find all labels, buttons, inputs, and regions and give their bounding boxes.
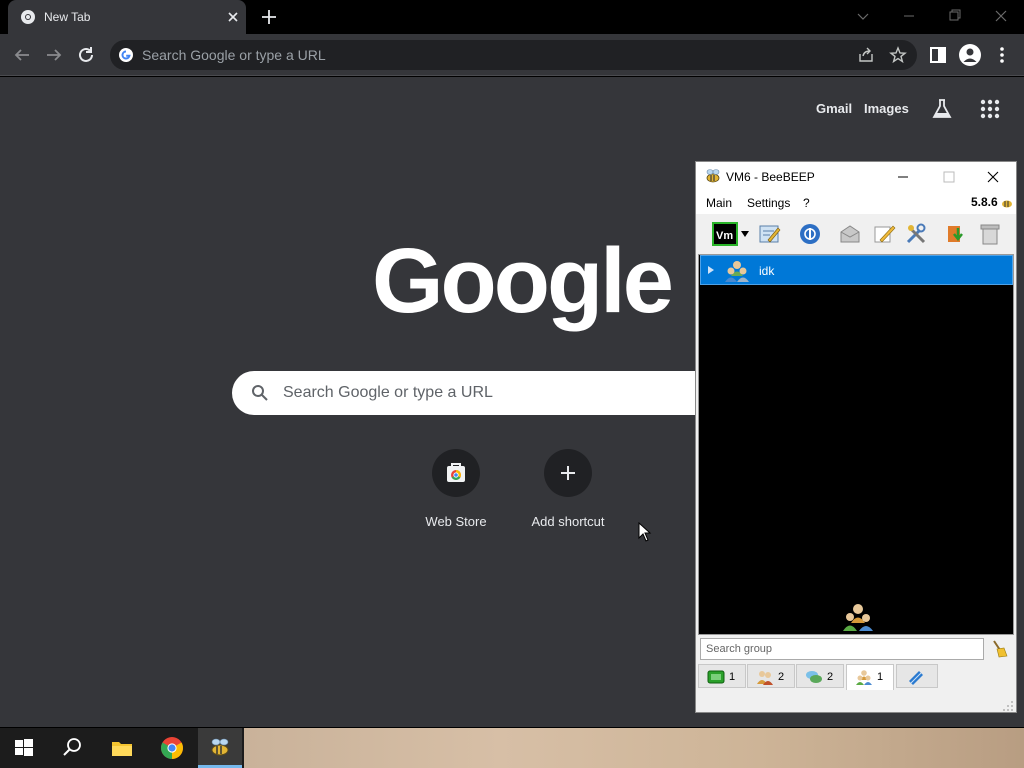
tab-strip: New Tab [0,0,1024,34]
update-download-icon[interactable] [944,222,968,246]
labs-flask-icon[interactable] [930,97,954,121]
menu-help[interactable]: ? [803,196,810,210]
images-link[interactable]: Images [864,101,909,116]
more-menu-icon[interactable] [990,43,1014,67]
tab-count: 1 [877,671,884,683]
forward-icon[interactable] [42,43,66,67]
shortcut-add[interactable]: Add shortcut [512,447,624,537]
mouse-cursor-icon [638,522,652,542]
beebeep-maximize-button[interactable] [936,164,962,190]
expand-arrow-icon[interactable] [707,265,715,275]
chrome-favicon-icon [21,10,35,24]
group-row-idk[interactable]: idk [700,255,1013,285]
google-g-icon [119,48,133,62]
shortcut-label: Add shortcut [531,514,605,529]
gmail-link[interactable]: Gmail [816,101,852,116]
chevron-down-icon[interactable] [740,230,750,238]
beebeep-minimize-button[interactable] [890,164,916,190]
minimize-button[interactable] [886,2,932,30]
group-list[interactable]: idk [698,254,1014,635]
beebeep-title: VM6 - BeeBEEP [726,170,815,184]
restore-button[interactable] [932,2,978,30]
tab-new-tab[interactable]: New Tab [8,0,246,34]
search-icon [252,385,268,401]
share-icon[interactable] [857,46,875,64]
version-label: 5.8.6 [971,195,998,209]
reload-icon[interactable] [74,43,98,67]
shortcut-label: Web Store [425,514,487,529]
tab-count: 1 [729,671,736,683]
beebeep-close-button[interactable] [980,164,1006,190]
group-search-input[interactable]: Search group [700,638,984,660]
vm-status-icon[interactable]: Vm [712,222,738,246]
tab-count: 2 [778,671,785,683]
google-apps-icon[interactable] [978,97,1002,121]
new-tab-button[interactable] [258,6,280,28]
mail-box-icon[interactable] [838,222,862,246]
taskbar [0,728,1024,768]
close-tab-icon[interactable] [224,8,242,26]
users-online-icon [707,670,725,684]
group-icon [757,671,773,685]
web-store-icon [447,463,465,482]
tab-search-icon[interactable] [840,2,886,30]
search-icon[interactable] [60,736,84,760]
menu-settings[interactable]: Settings [747,196,790,210]
tab-group-list[interactable]: 1 [846,664,894,690]
side-panel-icon[interactable] [926,43,950,67]
address-bar[interactable]: Search Google or type a URL [110,40,917,70]
svg-text:Vm: Vm [716,230,733,242]
address-bar-placeholder: Search Google or type a URL [142,47,326,63]
web-store-tile [432,449,480,497]
edit-profile-icon[interactable] [758,222,782,246]
share-icon [909,671,923,685]
tab-title: New Tab [44,10,91,24]
beebeep-bottom-tabs: 1 2 2 1 [696,664,1016,690]
group-placeholder-icon [843,604,873,631]
write-note-icon[interactable] [872,222,896,246]
tab-count: 2 [827,671,834,683]
plus-icon [561,466,575,480]
resize-grip-icon[interactable] [1002,700,1014,712]
group-name: idk [759,264,775,278]
menu-main[interactable]: Main [706,196,732,210]
beebeep-toolbar: Vm [696,214,1016,252]
file-explorer-icon[interactable] [110,736,134,760]
network-icon[interactable] [798,222,822,246]
start-icon[interactable] [12,736,36,760]
ntp-search-placeholder: Search Google or type a URL [283,384,493,401]
beebeep-icon[interactable] [208,736,232,760]
group-users-icon [725,261,749,282]
browser-toolbar: Search Google or type a URL [0,34,1024,76]
chrome-icon[interactable] [160,736,184,760]
google-logo: Google [372,230,674,332]
beebeep-window: VM6 - BeeBEEP Main Settings ? 5.8.6 Vm i… [695,161,1017,713]
bee-small-icon [1002,200,1012,208]
tab-users[interactable]: 1 [698,664,746,688]
add-shortcut-tile [544,449,592,497]
tab-file-share[interactable] [896,664,938,688]
beebeep-menubar: Main Settings ? 5.8.6 [696,192,1016,214]
tab-chats[interactable]: 2 [796,664,844,688]
bookmark-star-icon[interactable] [889,46,907,64]
group-search-placeholder: Search group [706,643,773,655]
tools-icon[interactable] [904,222,928,246]
bee-icon [706,169,720,183]
profile-avatar-icon[interactable] [958,43,982,67]
trash-icon[interactable] [978,222,1002,246]
beebeep-titlebar[interactable]: VM6 - BeeBEEP [696,162,1016,192]
tab-groups-members[interactable]: 2 [747,664,795,688]
clear-search-broom-icon[interactable] [990,639,1008,659]
shortcut-web-store[interactable]: Web Store [400,447,512,537]
close-window-button[interactable] [978,2,1024,30]
back-icon[interactable] [10,43,34,67]
groups-icon [856,670,872,685]
chat-icon [806,671,822,683]
